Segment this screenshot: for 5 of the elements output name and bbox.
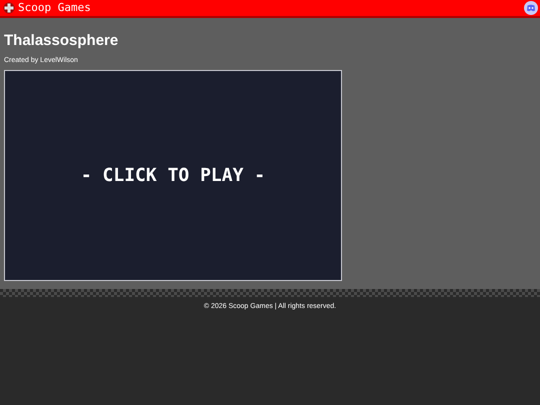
chat-icon[interactable] [524, 1, 538, 15]
game-frame[interactable]: - CLICK TO PLAY - [4, 70, 342, 281]
site-name-link[interactable]: Scoop Games [18, 1, 91, 15]
play-prompt: - CLICK TO PLAY - [80, 165, 266, 186]
game-title: Thalassosphere [4, 32, 120, 49]
